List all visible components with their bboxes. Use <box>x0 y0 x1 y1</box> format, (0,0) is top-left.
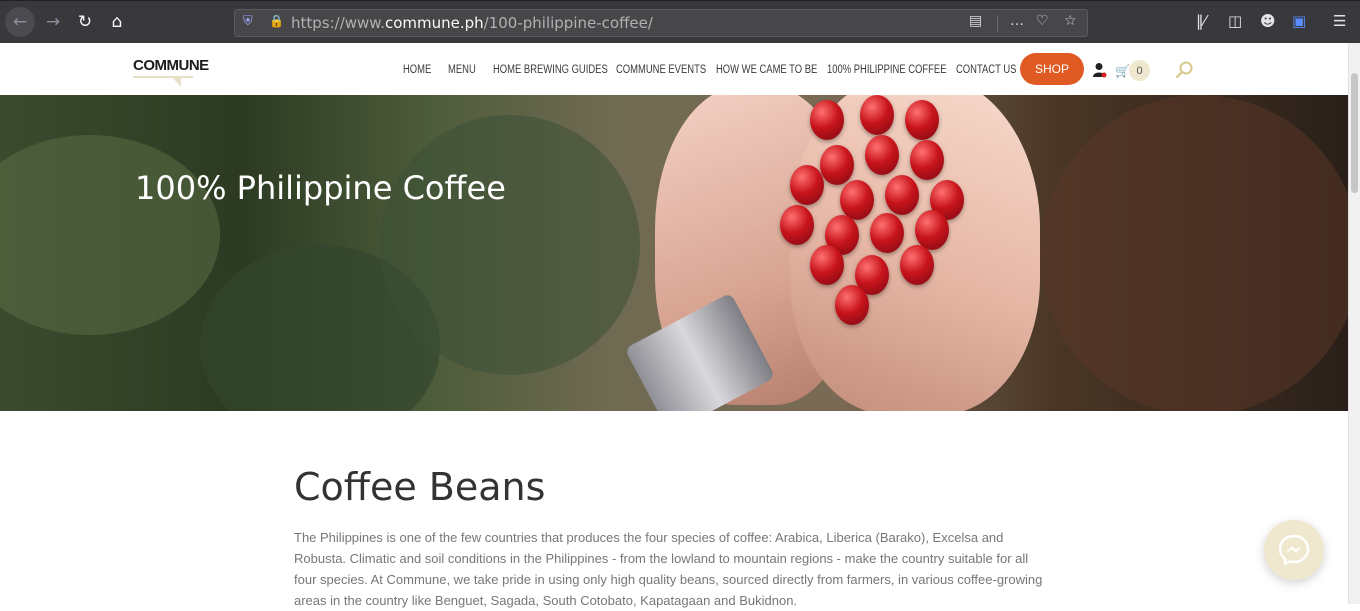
shop-button[interactable]: SHOP <box>1020 53 1084 85</box>
leaf-blur <box>0 135 220 335</box>
coffee-cherry <box>810 245 844 285</box>
coffee-cherry <box>820 145 854 185</box>
coffee-cherry <box>910 140 944 180</box>
extension-icon[interactable]: ▣ <box>1292 12 1306 30</box>
lock-icon[interactable]: 🔒 <box>269 14 284 28</box>
coffee-cherry <box>885 175 919 215</box>
nav-philippine-coffee[interactable]: 100% PHILIPPINE COFFEE <box>827 64 946 78</box>
coffee-cherry <box>840 180 874 220</box>
bookmark-star-icon[interactable]: ☆ <box>1064 13 1077 29</box>
user-icon[interactable] <box>1093 62 1107 78</box>
body-paragraph: The Philippines is one of the few countr… <box>294 530 1043 608</box>
logo-mark <box>172 77 181 87</box>
messenger-chat-button[interactable] <box>1264 520 1324 580</box>
cart-icon[interactable]: 🛒 <box>1115 64 1130 78</box>
coffee-cherry <box>900 245 934 285</box>
back-arrow-icon[interactable]: ← <box>5 7 35 37</box>
page-scrollbar[interactable] <box>1348 43 1360 604</box>
coffee-cherry <box>860 95 894 135</box>
site-logo[interactable]: COMMUNE <box>133 57 209 74</box>
url-bar[interactable]: ⛨ 🔒 https://www.commune.ph/100-philippin… <box>234 9 1088 37</box>
coffee-cherry <box>915 210 949 250</box>
sidebar-icon[interactable]: ◫ <box>1228 12 1242 30</box>
nav-commune-events[interactable]: COMMUNE EVENTS <box>616 64 706 78</box>
pocket-icon[interactable]: ♡ <box>1036 13 1049 29</box>
nav-home[interactable]: HOME <box>403 64 431 78</box>
browser-toolbar: ← → ↻ ⌂ ⛨ 🔒 https://www.commune.ph/100-p… <box>0 0 1360 43</box>
coffee-cherry <box>810 100 844 140</box>
coffee-cherry <box>780 205 814 245</box>
coffee-cherry <box>790 165 824 205</box>
shield-icon[interactable]: ⛨ <box>243 14 259 32</box>
forward-arrow-icon[interactable]: → <box>38 7 68 37</box>
more-actions-icon[interactable]: … <box>1010 13 1024 29</box>
scrollbar-thumb[interactable] <box>1351 73 1358 193</box>
coffee-cherry <box>870 213 904 253</box>
hero-banner: 100% Philippine Coffee <box>0 95 1348 411</box>
account-icon[interactable]: ☻ <box>1260 12 1276 30</box>
coffee-cherry <box>835 285 869 325</box>
nav-home-brewing-guides[interactable]: HOME BREWING GUIDES <box>493 64 608 78</box>
reload-icon[interactable]: ↻ <box>70 7 100 37</box>
home-icon[interactable]: ⌂ <box>102 7 132 37</box>
url-path: /100-philippine-coffee/ <box>483 14 653 32</box>
search-icon[interactable] <box>1175 60 1195 80</box>
menu-icon[interactable]: ☰ <box>1333 12 1346 30</box>
hero-title: 100% Philippine Coffee <box>135 169 506 207</box>
url-prefix: https://www. <box>291 14 385 32</box>
nav-menu[interactable]: MENU <box>448 64 476 78</box>
url-host: commune.ph <box>384 14 484 32</box>
coffee-cherry <box>905 100 939 140</box>
url-text[interactable]: https://www.commune.ph/100-philippine-co… <box>291 14 653 32</box>
section-heading: Coffee Beans <box>294 465 546 509</box>
reader-mode-icon[interactable]: ▤ <box>969 13 982 29</box>
cart-count-badge[interactable]: 0 <box>1129 60 1150 81</box>
logo-underline <box>133 76 193 78</box>
url-separator <box>997 15 998 33</box>
messenger-icon <box>1278 534 1310 566</box>
library-icon[interactable]: ‖⁄ <box>1196 12 1206 30</box>
site-header: COMMUNE HOME MENU HOME BREWING GUIDES CO… <box>0 43 1348 95</box>
leaf-blur <box>380 115 640 375</box>
coffee-cherry <box>865 135 899 175</box>
nav-contact-us[interactable]: CONTACT US <box>956 64 1016 78</box>
soil-blur <box>1040 95 1348 411</box>
nav-how-we-came-to-be[interactable]: HOW WE CAME TO BE <box>716 64 817 78</box>
